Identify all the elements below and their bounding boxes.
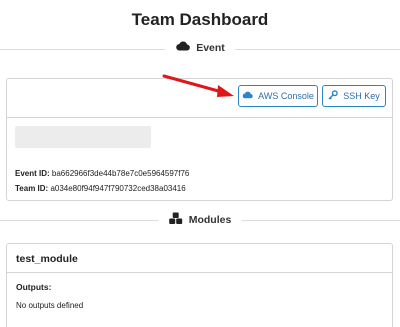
redacted-field bbox=[15, 126, 151, 148]
event-id-value: ba662966f3de44b78e7c0e5964597f76 bbox=[51, 169, 190, 178]
aws-console-button[interactable]: AWS Console bbox=[238, 85, 318, 107]
team-id-label: Team ID: bbox=[15, 184, 49, 193]
ssh-key-button[interactable]: SSH Key bbox=[322, 85, 386, 107]
outputs-label: Outputs: bbox=[16, 282, 52, 292]
modules-section-divider: Modules bbox=[0, 211, 400, 231]
module-name: test_module bbox=[16, 253, 78, 265]
team-id-value: a034e80f94f947f790732ced38a03416 bbox=[50, 184, 186, 193]
key-icon bbox=[328, 90, 339, 102]
event-id-label: Event ID: bbox=[15, 169, 50, 178]
aws-console-label: AWS Console bbox=[258, 91, 314, 101]
ssh-key-label: SSH Key bbox=[343, 91, 380, 101]
outputs-text: No outputs defined bbox=[16, 301, 84, 310]
cloud-icon bbox=[242, 91, 253, 101]
cubes-icon bbox=[169, 212, 183, 228]
annotation-arrow bbox=[162, 74, 234, 97]
team-id-row: Team ID: a034e80f94f947f790732ced38a0341… bbox=[15, 184, 186, 193]
event-section-divider: Event bbox=[0, 40, 400, 60]
event-section-title: Event bbox=[196, 41, 225, 54]
event-id-row: Event ID: ba662966f3de44b78e7c0e5964597f… bbox=[15, 169, 189, 178]
modules-section-title: Modules bbox=[188, 214, 232, 226]
page-title: Team Dashboard bbox=[131, 10, 269, 29]
modules-section-header: Modules bbox=[158, 212, 242, 228]
cloud-icon bbox=[175, 41, 190, 54]
module-card-divider bbox=[7, 272, 392, 273]
event-section-header: Event bbox=[165, 41, 235, 54]
